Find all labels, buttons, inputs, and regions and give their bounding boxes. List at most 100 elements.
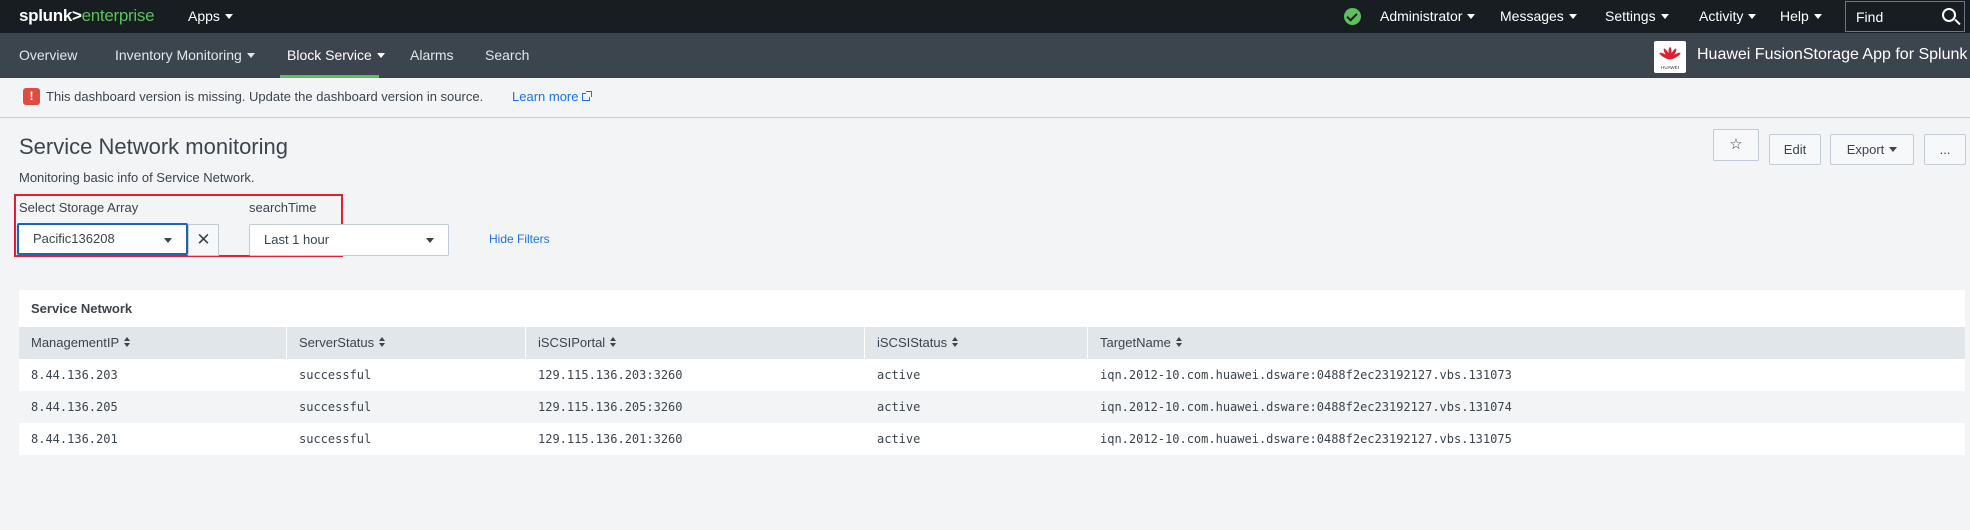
hide-filters-link[interactable]: Hide Filters — [489, 232, 550, 246]
page-description: Monitoring basic info of Service Network… — [19, 170, 255, 185]
column-header-targetname[interactable]: TargetName — [1088, 327, 1965, 359]
cell-serverstatus: successful — [299, 432, 372, 446]
sort-icon — [124, 337, 131, 347]
chevron-down-icon — [1660, 14, 1669, 19]
messages-menu-label: Messages — [1500, 8, 1564, 24]
apps-menu[interactable]: Apps — [188, 8, 233, 24]
chevron-down-icon — [1889, 147, 1898, 152]
star-icon: ☆ — [1729, 136, 1743, 153]
cell-iscsistatus: active — [877, 432, 921, 446]
error-icon: ! — [23, 88, 40, 105]
table-row: 8.44.136.203 successful 129.115.136.203:… — [19, 359, 1965, 391]
tab-search[interactable]: Search — [485, 47, 529, 63]
help-menu[interactable]: Help — [1780, 8, 1822, 24]
learn-more-label: Learn more — [512, 89, 579, 104]
cell-managementip: 8.44.136.203 — [31, 368, 118, 382]
learn-more-link[interactable]: Learn more — [512, 89, 593, 104]
chevron-down-icon — [376, 53, 385, 58]
more-actions-button[interactable]: ... — [1924, 134, 1966, 165]
close-icon: ✕ — [196, 230, 211, 249]
tab-overview-label: Overview — [19, 47, 78, 63]
activity-menu[interactable]: Activity — [1699, 8, 1757, 24]
administrator-menu-label: Administrator — [1380, 8, 1463, 24]
table-header: ManagementIP ServerStatus iSCSIPortal iS… — [19, 327, 1965, 359]
search-time-select[interactable]: Last 1 hour — [249, 224, 449, 256]
column-header-label: ServerStatus — [299, 335, 375, 350]
cell-targetname: iqn.2012-10.com.huawei.dsware:0488f2ec23… — [1100, 368, 1512, 382]
settings-menu[interactable]: Settings — [1605, 8, 1669, 24]
cell-targetname: iqn.2012-10.com.huawei.dsware:0488f2ec23… — [1100, 400, 1512, 414]
storage-array-value: Pacific136208 — [33, 231, 115, 246]
app-title: Huawei FusionStorage App for Splunk — [1697, 46, 1968, 63]
logo-main: splunk> — [19, 6, 82, 25]
huawei-logo: HUAWEI — [1654, 41, 1686, 73]
find-box — [1845, 1, 1965, 32]
activity-menu-label: Activity — [1699, 8, 1744, 24]
external-link-icon — [582, 91, 593, 101]
search-time-value: Last 1 hour — [264, 232, 330, 247]
logo-sub: enterprise — [81, 6, 155, 25]
column-header-label: iSCSIStatus — [877, 335, 948, 350]
tab-inventory-monitoring-label: Inventory Monitoring — [115, 47, 242, 63]
huawei-logo-text: HUAWEI — [1661, 65, 1679, 70]
column-header-iscsiportal[interactable]: iSCSIPortal — [526, 327, 865, 359]
tab-block-service[interactable]: Block Service — [287, 47, 385, 63]
chevron-down-icon — [164, 238, 172, 243]
cell-serverstatus: successful — [299, 400, 372, 414]
column-header-iscsistatus[interactable]: iSCSIStatus — [865, 327, 1088, 359]
messages-menu[interactable]: Messages — [1500, 8, 1577, 24]
chevron-down-icon — [1748, 14, 1757, 19]
administrator-menu[interactable]: Administrator — [1380, 8, 1476, 24]
service-network-panel: Service Network ManagementIP ServerStatu… — [19, 290, 1965, 455]
storage-array-select[interactable]: Pacific136208 — [17, 223, 188, 255]
cell-iscsiportal: 129.115.136.201:3260 — [538, 432, 683, 446]
favorite-button[interactable]: ☆ — [1713, 129, 1759, 161]
column-header-managementip[interactable]: ManagementIP — [19, 327, 287, 359]
search-icon[interactable] — [1942, 8, 1956, 22]
table-row: 8.44.136.205 successful 129.115.136.205:… — [19, 391, 1965, 423]
cell-iscsiportal: 129.115.136.205:3260 — [538, 400, 683, 414]
column-header-label: ManagementIP — [31, 335, 120, 350]
chevron-down-icon — [1813, 14, 1822, 19]
export-button-label: Export — [1846, 142, 1885, 157]
settings-menu-label: Settings — [1605, 8, 1656, 24]
splunk-top-bar: splunk>enterprise Apps Administrator Mes… — [0, 0, 1970, 33]
huawei-flower-icon: HUAWEI — [1659, 47, 1681, 70]
chevron-down-icon — [1467, 14, 1476, 19]
column-header-serverstatus[interactable]: ServerStatus — [287, 327, 526, 359]
cell-serverstatus: successful — [299, 368, 372, 382]
clear-selection-button[interactable]: ✕ — [188, 224, 219, 256]
chevron-down-icon — [426, 238, 434, 243]
export-button[interactable]: Export — [1830, 134, 1914, 165]
tab-overview[interactable]: Overview — [19, 47, 77, 63]
apps-menu-label: Apps — [188, 8, 220, 24]
sort-icon — [610, 337, 617, 347]
tab-alarms-label: Alarms — [410, 47, 454, 63]
tab-alarms[interactable]: Alarms — [410, 47, 454, 63]
cell-iscsistatus: active — [877, 368, 921, 382]
search-time-label: searchTime — [249, 200, 317, 215]
edit-button[interactable]: Edit — [1769, 134, 1821, 165]
cell-managementip: 8.44.136.201 — [31, 432, 118, 446]
column-header-label: TargetName — [1100, 335, 1171, 350]
column-header-label: iSCSIPortal — [538, 335, 606, 350]
table-row: 8.44.136.201 successful 129.115.136.201:… — [19, 423, 1965, 455]
cell-managementip: 8.44.136.205 — [31, 400, 118, 414]
app-bar: Overview Inventory Monitoring Block Serv… — [0, 33, 1970, 78]
tab-block-service-label: Block Service — [287, 47, 372, 63]
tab-inventory-monitoring[interactable]: Inventory Monitoring — [115, 47, 255, 63]
dashboard-version-alert: ! This dashboard version is missing. Upd… — [0, 78, 1970, 118]
sort-icon — [952, 337, 959, 347]
storage-array-label: Select Storage Array — [19, 200, 139, 215]
sort-icon — [1175, 337, 1183, 347]
find-input[interactable] — [1846, 2, 1936, 31]
chevron-down-icon — [224, 14, 233, 19]
page-title: Service Network monitoring — [19, 134, 288, 159]
help-menu-label: Help — [1780, 8, 1809, 24]
health-status-ok-icon[interactable] — [1344, 8, 1361, 25]
cell-iscsistatus: active — [877, 400, 921, 414]
tab-search-label: Search — [485, 47, 530, 63]
splunk-logo[interactable]: splunk>enterprise — [19, 6, 155, 26]
alert-message: This dashboard version is missing. Updat… — [46, 89, 484, 104]
chevron-down-icon — [1568, 14, 1577, 19]
